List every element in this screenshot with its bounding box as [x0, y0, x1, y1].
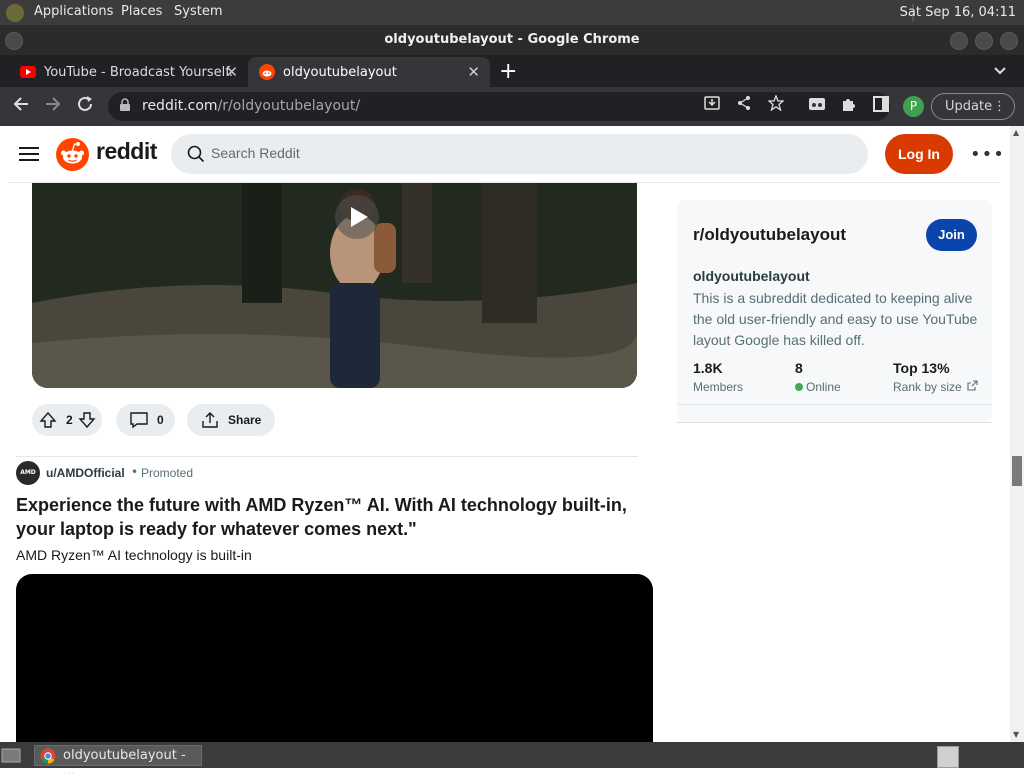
online-value: 8: [795, 360, 803, 376]
kebab-menu-icon: ⋮: [993, 99, 1006, 114]
online-stat: 8 Online: [795, 360, 841, 394]
share-icon: [202, 412, 218, 428]
url-host: reddit.com: [142, 98, 218, 114]
window-titlebar: oldyoutubelayout - Google Chrome: [0, 25, 1024, 55]
play-button[interactable]: [335, 195, 379, 239]
profile-avatar[interactable]: P: [903, 96, 924, 117]
sidebar-divider: [677, 422, 992, 423]
search-placeholder: Search Reddit: [211, 145, 300, 161]
advertiser-username[interactable]: u/AMDOfficial: [46, 466, 125, 480]
window-title: oldyoutubelayout - Google Chrome: [384, 32, 640, 47]
url-text[interactable]: reddit.com/r/oldyoutubelayout/: [142, 98, 360, 114]
close-tab-icon[interactable]: ✕: [225, 63, 238, 81]
sidebar-divider: [677, 404, 992, 405]
os-menu-system[interactable]: System: [174, 4, 222, 19]
search-bar[interactable]: Search Reddit: [171, 134, 868, 174]
play-icon: [351, 207, 368, 227]
vote-pill: 2: [32, 404, 102, 436]
bookmark-star-icon[interactable]: [764, 94, 788, 118]
members-label: Members: [693, 380, 744, 394]
tab-youtube[interactable]: YouTube - Broadcast Yourself. ✕: [0, 57, 248, 87]
os-clock[interactable]: Sat Sep 16, 04:11: [890, 0, 1024, 25]
community-sidebar: r/oldyoutubelayout Join oldyoutubelayout…: [677, 200, 992, 423]
back-arrow-icon[interactable]: [9, 95, 33, 119]
share-label: Share: [228, 413, 262, 427]
address-bar[interactable]: reddit.com/r/oldyoutubelayout/: [108, 92, 890, 121]
tab-reddit[interactable]: oldyoutubelayout ✕: [248, 57, 490, 87]
new-tab-icon[interactable]: +: [499, 59, 517, 84]
share-page-icon[interactable]: [732, 94, 756, 118]
close-tab-icon[interactable]: ✕: [467, 63, 480, 81]
search-icon: [187, 145, 205, 163]
side-panel-icon[interactable]: [869, 95, 893, 119]
downvote-icon[interactable]: [78, 411, 96, 429]
os-top-panel: Applications Places System Sat Sep 16, 0…: [0, 0, 1024, 25]
reload-icon[interactable]: [73, 95, 97, 119]
tab-search-chevron-icon[interactable]: [993, 62, 1007, 81]
post-video-player[interactable]: [32, 183, 637, 388]
chrome-icon: [40, 748, 56, 764]
reddit-favicon-icon: [259, 64, 275, 80]
taskbar-window-chrome[interactable]: oldyoutubelayout - ...: [34, 745, 202, 778]
promoted-label: Promoted: [141, 466, 194, 480]
vote-count: 2: [66, 413, 73, 427]
update-button[interactable]: Update ⋮: [931, 93, 1015, 120]
comments-button[interactable]: 0: [116, 404, 175, 436]
incognito-extension-icon[interactable]: [805, 95, 829, 119]
forward-arrow-icon[interactable]: [41, 95, 65, 119]
minimize-icon[interactable]: [950, 32, 968, 50]
comment-count: 0: [157, 413, 164, 427]
maximize-icon[interactable]: [975, 32, 993, 50]
rank-stat[interactable]: Top 13% Rank by size: [893, 360, 978, 394]
browser-toolbar: reddit.com/r/oldyoutubelayout/ P Update …: [0, 87, 1024, 126]
os-menu-applications[interactable]: Applications: [34, 4, 113, 19]
url-path: /r/oldyoutubelayout/: [217, 98, 361, 114]
scroll-up-arrow-icon[interactable]: ▲: [1013, 128, 1019, 137]
online-label: Online: [806, 380, 841, 394]
reddit-page: reddit Search Reddit Log In ••• 2 0 Shar…: [0, 126, 1010, 742]
promo-video-player[interactable]: [16, 574, 653, 742]
online-dot-icon: [795, 383, 803, 391]
tray-chrome-icon[interactable]: [937, 746, 959, 768]
tab-label: YouTube - Broadcast Yourself.: [44, 64, 233, 80]
update-label: Update: [945, 99, 993, 114]
promo-post-subtitle: AMD Ryzen™ AI technology is built-in: [16, 547, 252, 563]
promo-post-title[interactable]: Experience the future with AMD Ryzen™ AI…: [16, 493, 656, 541]
site-info-icon[interactable]: [118, 98, 132, 112]
taskbar-window-label: oldyoutubelayout - ...: [63, 748, 186, 778]
reddit-header: reddit Search Reddit Log In •••: [0, 126, 1010, 183]
page-scrollbar[interactable]: ▲ ▼: [1010, 126, 1024, 742]
reddit-wordmark[interactable]: reddit: [96, 138, 157, 165]
hamburger-menu-icon[interactable]: [18, 144, 40, 164]
reddit-snoo-logo-icon[interactable]: [56, 138, 89, 171]
share-button[interactable]: Share: [187, 404, 275, 436]
community-title: oldyoutubelayout: [693, 268, 810, 284]
tab-strip: YouTube - Broadcast Yourself. ✕ oldyoutu…: [0, 55, 1024, 87]
community-name[interactable]: r/oldyoutubelayout: [693, 225, 846, 245]
external-link-icon: [967, 380, 978, 391]
post-divider: [16, 456, 638, 457]
comment-icon: [130, 412, 148, 429]
extensions-puzzle-icon[interactable]: [837, 95, 861, 119]
youtube-favicon-icon: [20, 66, 36, 78]
rank-value: Top 13%: [893, 360, 950, 376]
os-logo-icon[interactable]: [6, 4, 24, 22]
scroll-down-arrow-icon[interactable]: ▼: [1013, 730, 1019, 739]
more-options-icon[interactable]: •••: [970, 144, 1005, 165]
advertiser-avatar[interactable]: AMD: [16, 461, 40, 485]
members-stat: 1.8K Members: [693, 360, 743, 394]
upvote-icon[interactable]: [39, 411, 57, 429]
join-button[interactable]: Join: [926, 219, 977, 251]
community-description: This is a subreddit dedicated to keeping…: [693, 290, 978, 348]
os-menu-places[interactable]: Places: [121, 4, 162, 19]
meta-separator: •: [131, 465, 139, 479]
close-window-icon[interactable]: [1000, 32, 1018, 50]
show-desktop-icon[interactable]: [0, 745, 22, 765]
members-value: 1.8K: [693, 360, 723, 376]
tab-label: oldyoutubelayout: [283, 64, 397, 80]
scrollbar-thumb[interactable]: [1012, 456, 1022, 486]
install-app-icon[interactable]: [700, 94, 724, 118]
login-button[interactable]: Log In: [885, 134, 953, 174]
rank-label: Rank by size: [893, 380, 962, 394]
